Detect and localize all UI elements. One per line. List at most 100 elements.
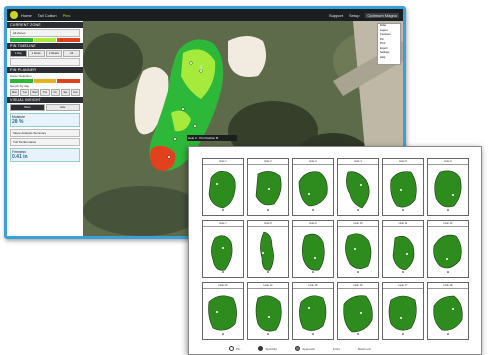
sprinkler-marker	[267, 333, 269, 335]
green-shape	[255, 295, 282, 335]
green-shape	[255, 171, 282, 211]
green-outline	[434, 170, 462, 208]
pin-marker	[354, 248, 356, 250]
legend-pin: Pin	[229, 346, 240, 351]
sprinkler-marker	[402, 333, 404, 335]
timeline-tab-2[interactable]: 1 Week	[27, 50, 45, 57]
green-outline	[392, 235, 415, 271]
planner-days: Mon Tue Wed Thu Fri Sat Sun	[10, 89, 80, 96]
pin-marker	[360, 184, 362, 186]
zone-select[interactable]: All Zones	[10, 29, 80, 37]
insight-hide[interactable]: Hide	[45, 104, 80, 111]
zone-green-swatch	[10, 38, 33, 42]
firmness-badge: Firmness 0.41 in	[10, 148, 80, 162]
user-menu[interactable]: Optimum Magno	[365, 13, 399, 18]
nav-support[interactable]: Support	[329, 13, 343, 18]
day-sat[interactable]: Sat	[60, 89, 70, 96]
insight-toggle: Show Hide	[10, 104, 80, 111]
moisture-badge: Moisture 28 %	[10, 113, 80, 127]
green-outline	[211, 235, 233, 271]
day-tue[interactable]: Tue	[20, 89, 30, 96]
green-shape	[390, 171, 417, 211]
green-shape	[392, 235, 415, 273]
sprinkler-marker	[222, 271, 224, 273]
day-thu[interactable]: Thu	[40, 89, 50, 96]
planner-yellow-swatch[interactable]	[33, 79, 57, 83]
pin-marker	[360, 312, 362, 314]
green-shape	[208, 295, 237, 335]
pin-sheet-cell: Hole 15	[292, 282, 334, 340]
pin-sheet-legend: Pin Sprinkler Approach Front Back Left	[229, 346, 371, 351]
pin-marker	[216, 183, 218, 185]
day-wed[interactable]: Wed	[30, 89, 40, 96]
pin-marker	[308, 193, 310, 195]
pin-sheet-cell: Hole 5	[382, 158, 424, 216]
insight-show[interactable]: Show	[10, 104, 45, 111]
nav-pins[interactable]: Pins	[63, 13, 71, 18]
timeline-range[interactable]	[10, 58, 80, 66]
sprinkler-marker	[357, 333, 359, 335]
sprinkler-marker	[402, 271, 404, 273]
green-outline	[302, 233, 325, 271]
sprinkler-marker	[447, 271, 449, 273]
planner-red-swatch[interactable]	[57, 79, 81, 83]
top-navigation-bar: Home Tall Cotton Pins Support Setup Opti…	[7, 9, 403, 21]
turf-performance-row[interactable]: Turf Performance	[10, 138, 80, 146]
day-fri[interactable]: Fri	[50, 89, 60, 96]
green-shape	[433, 234, 462, 273]
pin-marker	[262, 252, 264, 254]
green-outline	[208, 295, 237, 331]
pin-sheet-cell: Hole 4	[337, 158, 379, 216]
green-outline	[260, 231, 274, 271]
pin-marker	[268, 316, 270, 318]
sprinkler-marker	[357, 209, 359, 211]
day-mon[interactable]: Mon	[10, 89, 20, 96]
nav-setup[interactable]: Setup	[349, 13, 359, 18]
sprinkler-marker	[447, 333, 449, 335]
sprinkler-marker	[312, 271, 314, 273]
pin-sheet-cell: Hole 2	[247, 158, 289, 216]
pin-marker	[216, 311, 218, 313]
zone-red-swatch	[57, 38, 81, 42]
slope-summary-row[interactable]: Slope Analysis Summary	[10, 129, 80, 137]
timeline-tab-4[interactable]: All	[63, 50, 80, 57]
sprinkler-marker	[267, 271, 269, 273]
planner-green-selection: Green Selection	[10, 74, 32, 78]
timeline-tabs: 1 Day 1 Week 2 Weeks All	[10, 50, 80, 57]
green-outline	[255, 295, 282, 332]
pin-sheet-cell: Hole 11	[382, 220, 424, 278]
pin-marker	[400, 317, 402, 319]
section-pin-planner: PIN PLANNER	[7, 67, 83, 73]
green-shape	[345, 233, 372, 273]
nav-course[interactable]: Tall Cotton	[38, 13, 57, 18]
green-shape	[343, 295, 373, 335]
sprinkler-marker	[357, 271, 359, 273]
right-nav: Support Setup Optimum Magno	[329, 13, 399, 18]
green-outline	[298, 171, 328, 207]
pin-sheet-cell: Hole 12	[427, 220, 469, 278]
timeline-tab-1[interactable]: 1 Day	[10, 50, 27, 57]
planner-color-bar	[10, 79, 81, 83]
green-shape	[346, 171, 370, 211]
pin-marker	[406, 253, 408, 255]
tool-help[interactable]: Help	[378, 56, 400, 61]
pin-sheet-cell: Hole 8	[247, 220, 289, 278]
legend-sprinkler: Sprinkler	[258, 346, 277, 351]
zone-color-bar	[10, 38, 81, 42]
planner-green-swatch[interactable]	[10, 79, 33, 83]
sidebar: CURRENT ZONE All Zones PIN TIMELINE 1 Da…	[7, 21, 83, 236]
sprinkler-marker	[447, 209, 449, 211]
pin-sheet-grid: Hole 1 Hole 2 Hole 3 Hole 4 Hole 5 Hole 6 Hole…	[202, 158, 472, 342]
pin-sheet-cell: Hole 3	[292, 158, 334, 216]
green-shape	[434, 170, 462, 211]
pin-marker	[268, 188, 270, 190]
day-sun[interactable]: Sun	[70, 89, 80, 96]
app-logo-icon[interactable]	[10, 11, 18, 19]
timeline-tab-3[interactable]: 2 Weeks	[45, 50, 63, 57]
pin-marker	[314, 257, 316, 259]
green-shape	[298, 171, 328, 211]
map-toolbox: Ruler Layers Contours Pin Print Export S…	[377, 23, 401, 65]
pin-marker	[400, 189, 402, 191]
pin-sheet-cell: Hole 16	[337, 282, 379, 340]
nav-home[interactable]: Home	[21, 13, 32, 18]
